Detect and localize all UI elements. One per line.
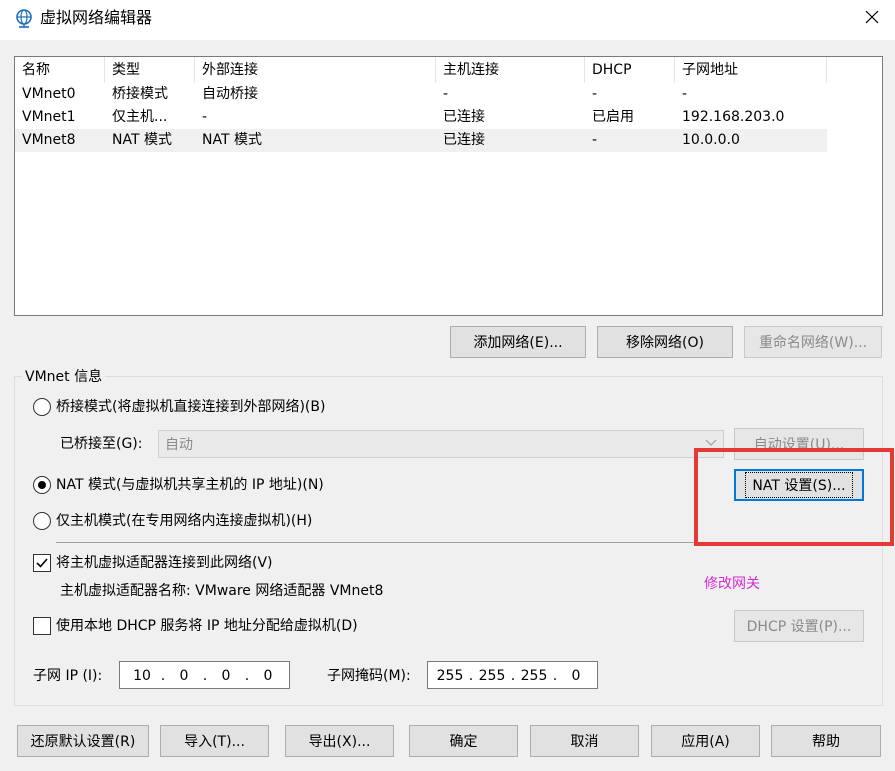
globe-network-icon	[14, 8, 34, 28]
cell-subnet: 192.168.203.0	[682, 109, 785, 125]
radio-dot	[38, 481, 46, 489]
cell-subnet: -	[682, 86, 688, 102]
cell-type: NAT 模式	[112, 132, 172, 148]
col-header-host[interactable]: 主机连接	[436, 57, 585, 83]
mask-octet: 255	[478, 668, 506, 684]
cell-host: 已连接	[443, 132, 485, 148]
ip-octet: 0	[263, 668, 273, 684]
mask-octet: 0	[571, 668, 581, 684]
apply-button[interactable]: 应用(A)	[651, 725, 760, 757]
table-row-selected[interactable]: VMnet8 NAT 模式 NAT 模式 已连接 - 10.0.0.0	[15, 129, 827, 152]
export-button[interactable]: 导出(X)...	[285, 725, 394, 757]
cell-type: 仅主机...	[112, 109, 168, 125]
checkmark-icon	[36, 558, 48, 568]
ip-octet: 10	[133, 668, 151, 684]
dhcp-label[interactable]: 使用本地 DHCP 服务将 IP 地址分配给虚拟机(D)	[56, 616, 358, 636]
cell-name: VMnet8	[22, 132, 76, 148]
mask-octet: 255	[436, 668, 464, 684]
list-header: 名称 类型 外部连接 主机连接 DHCP 子网地址	[15, 57, 882, 83]
nat-mode-radio[interactable]	[33, 476, 51, 494]
col-header-dhcp[interactable]: DHCP	[585, 57, 675, 83]
network-list[interactable]: 名称 类型 外部连接 主机连接 DHCP 子网地址 VMnet0 桥接模式 自动…	[14, 56, 883, 316]
cell-type: 桥接模式	[112, 86, 168, 102]
import-button[interactable]: 导入(T)...	[160, 725, 269, 757]
ip-octet: 0	[221, 668, 231, 684]
connect-adapter-checkbox[interactable]	[33, 554, 51, 572]
cell-dhcp: -	[592, 86, 598, 102]
cell-external: -	[202, 109, 208, 125]
rename-network-button[interactable]: 重命名网络(W)...	[744, 326, 882, 358]
cell-host: 已连接	[443, 109, 485, 125]
cell-external: NAT 模式	[202, 132, 262, 148]
cell-external: 自动桥接	[202, 86, 258, 102]
vmnet-info-title: VMnet 信息	[22, 367, 106, 387]
cell-host: -	[443, 86, 449, 102]
cell-name: VMnet1	[22, 109, 76, 125]
cell-dhcp: 已启用	[592, 109, 634, 125]
cell-dhcp: -	[592, 132, 598, 148]
bridged-to-value: 自动	[165, 437, 193, 453]
subnet-ip-input[interactable]: 10 . 0 . 0 . 0	[119, 661, 290, 689]
connect-adapter-label[interactable]: 将主机虚拟适配器连接到此网络(V)	[56, 553, 273, 573]
host-only-label[interactable]: 仅主机模式(在专用网络内连接虚拟机)(H)	[56, 511, 312, 531]
bridge-mode-radio[interactable]	[33, 398, 51, 416]
annotation-text: 修改网关	[704, 576, 760, 592]
help-button[interactable]: 帮助	[771, 725, 881, 757]
subnet-mask-input[interactable]: 255 . 255 . 255 . 0	[427, 661, 598, 689]
bridged-to-select[interactable]: 自动	[158, 430, 724, 458]
dhcp-settings-button[interactable]: DHCP 设置(P)...	[734, 610, 864, 642]
adapter-name-label: 主机虚拟适配器名称: VMware 网络适配器 VMnet8	[60, 583, 384, 599]
ip-octet: 0	[179, 668, 189, 684]
highlight-box	[694, 448, 894, 546]
chevron-down-icon	[705, 439, 717, 446]
add-network-button[interactable]: 添加网络(E)...	[450, 326, 586, 358]
table-row[interactable]: VMnet1 仅主机... - 已连接 已启用 192.168.203.0	[15, 106, 827, 129]
table-row[interactable]: VMnet0 桥接模式 自动桥接 - - -	[15, 83, 827, 106]
col-header-subnet[interactable]: 子网地址	[675, 57, 827, 83]
mask-octet: 255	[520, 668, 548, 684]
subnet-ip-label: 子网 IP (I):	[33, 668, 103, 684]
dhcp-checkbox[interactable]	[33, 617, 51, 635]
restore-defaults-button[interactable]: 还原默认设置(R)	[17, 725, 149, 757]
nat-mode-label[interactable]: NAT 模式(与虚拟机共享主机的 IP 地址)(N)	[56, 475, 324, 495]
cell-subnet: 10.0.0.0	[682, 132, 740, 148]
remove-network-button[interactable]: 移除网络(O)	[597, 326, 733, 358]
ok-button[interactable]: 确定	[409, 725, 518, 757]
close-button[interactable]	[852, 0, 892, 34]
bridged-to-label: 已桥接至(G):	[60, 436, 143, 452]
col-header-external[interactable]: 外部连接	[195, 57, 436, 83]
cancel-button[interactable]: 取消	[530, 725, 639, 757]
host-only-radio[interactable]	[33, 512, 51, 530]
bridge-mode-label[interactable]: 桥接模式(将虚拟机直接连接到外部网络)(B)	[56, 397, 325, 417]
cell-name: VMnet0	[22, 86, 76, 102]
subnet-mask-label: 子网掩码(M):	[327, 668, 411, 684]
col-header-name[interactable]: 名称	[15, 57, 105, 83]
window-title: 虚拟网络编辑器	[40, 8, 153, 27]
col-header-type[interactable]: 类型	[105, 57, 195, 83]
close-icon	[865, 10, 879, 24]
